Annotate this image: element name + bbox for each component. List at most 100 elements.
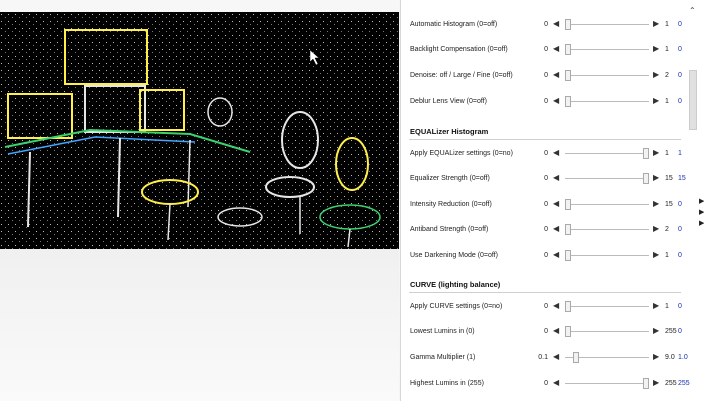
- side-expand-icon[interactable]: ▶: [699, 218, 704, 229]
- slider-left-arrow-icon[interactable]: ◀: [553, 224, 559, 233]
- slider-left-arrow-icon[interactable]: ◀: [553, 44, 559, 53]
- settings-scrollbar[interactable]: ⌃: [688, 6, 698, 401]
- slider-track[interactable]: [565, 96, 649, 107]
- slider-track[interactable]: [565, 148, 649, 159]
- slider-left-arrow-icon[interactable]: ◀: [553, 250, 559, 259]
- setting-label: Deblur Lens View (0=off): [410, 98, 487, 105]
- section-divider: [409, 292, 681, 293]
- setting-label: Automatic Histogram (0=off): [410, 21, 498, 28]
- slider-track[interactable]: [565, 199, 649, 210]
- setting-row: Gamma Multiplier (1) 0.1 ◀ ▶ 9.0 1.0: [401, 351, 691, 365]
- setting-label: Highest Lumins in (255): [410, 380, 484, 387]
- slider-thumb[interactable]: [565, 96, 571, 107]
- slider-right-arrow-icon[interactable]: ▶: [653, 96, 659, 105]
- setting-label: Apply EQUALizer settings (0=no): [410, 150, 513, 157]
- setting-current-value: 0: [678, 46, 682, 53]
- slider-track[interactable]: [565, 70, 649, 81]
- setting-current-value: 0: [678, 226, 682, 233]
- setting-current-value: 0: [678, 72, 682, 79]
- setting-current-value: 0: [678, 252, 682, 259]
- slider-thumb[interactable]: [565, 224, 571, 235]
- slider-left-arrow-icon[interactable]: ◀: [553, 148, 559, 157]
- slider-right-arrow-icon[interactable]: ▶: [653, 352, 659, 361]
- setting-row: Use Darkening Mode (0=off) 0 ◀ ▶ 1 0: [401, 249, 691, 263]
- setting-max-value: 1: [665, 46, 669, 53]
- slider-right-arrow-icon[interactable]: ▶: [653, 148, 659, 157]
- slider-track[interactable]: [565, 301, 649, 312]
- setting-min-value: 0: [544, 201, 548, 208]
- setting-row: Equalizer Strength (0=off) 0 ◀ ▶ 15 15: [401, 172, 691, 186]
- side-expand-icon[interactable]: ▶: [699, 207, 704, 218]
- slider-left-arrow-icon[interactable]: ◀: [553, 173, 559, 182]
- slider-right-arrow-icon[interactable]: ▶: [653, 326, 659, 335]
- scroll-thumb[interactable]: [689, 70, 697, 130]
- setting-min-value: 0: [544, 252, 548, 259]
- slider-thumb[interactable]: [565, 44, 571, 55]
- slider-right-arrow-icon[interactable]: ▶: [653, 70, 659, 79]
- slider-track[interactable]: [565, 224, 649, 235]
- setting-label: Equalizer Strength (0=off): [410, 175, 490, 182]
- setting-max-value: 1: [665, 303, 669, 310]
- slider-track[interactable]: [565, 19, 649, 30]
- slider-track[interactable]: [565, 250, 649, 261]
- preview-toolbar: [0, 0, 399, 12]
- setting-row: Apply EQUALizer settings (0=no) 0 ◀ ▶ 1 1: [401, 147, 691, 161]
- setting-min-value: 0: [544, 303, 548, 310]
- slider-right-arrow-icon[interactable]: ▶: [653, 199, 659, 208]
- slider-thumb[interactable]: [565, 19, 571, 30]
- setting-label: Denoise: off / Large / Fine (0=off): [410, 72, 513, 79]
- slider-left-arrow-icon[interactable]: ◀: [553, 352, 559, 361]
- setting-current-value: 15: [678, 175, 686, 182]
- slider-right-arrow-icon[interactable]: ▶: [653, 44, 659, 53]
- slider-right-arrow-icon[interactable]: ▶: [653, 301, 659, 310]
- slider-left-arrow-icon[interactable]: ◀: [553, 301, 559, 310]
- setting-label: Backlight Compensation (0=off): [410, 46, 508, 53]
- slider-right-arrow-icon[interactable]: ▶: [653, 173, 659, 182]
- setting-row: Highest Lumins in (255) 0 ◀ ▶ 255 255: [401, 377, 691, 391]
- slider-right-arrow-icon[interactable]: ▶: [653, 19, 659, 28]
- slider-track[interactable]: [565, 173, 649, 184]
- side-expand-icon[interactable]: ▶: [699, 196, 704, 207]
- slider-track[interactable]: [565, 326, 649, 337]
- setting-row: Automatic Histogram (0=off) 0 ◀ ▶ 1 0: [401, 18, 691, 32]
- slider-thumb[interactable]: [565, 199, 571, 210]
- slider-track[interactable]: [565, 352, 649, 363]
- slider-left-arrow-icon[interactable]: ◀: [553, 19, 559, 28]
- slider-left-arrow-icon[interactable]: ◀: [553, 199, 559, 208]
- setting-row: Intensity Reduction (0=off) 0 ◀ ▶ 15 0: [401, 198, 691, 212]
- slider-thumb[interactable]: [573, 352, 579, 363]
- preview-background: [0, 249, 399, 401]
- slider-right-arrow-icon[interactable]: ▶: [653, 378, 659, 387]
- slider-thumb[interactable]: [643, 378, 649, 389]
- slider-left-arrow-icon[interactable]: ◀: [553, 326, 559, 335]
- slider-right-arrow-icon[interactable]: ▶: [653, 224, 659, 233]
- slider-left-arrow-icon[interactable]: ◀: [553, 378, 559, 387]
- slider-thumb[interactable]: [643, 148, 649, 159]
- setting-max-value: 1: [665, 98, 669, 105]
- slider-right-arrow-icon[interactable]: ▶: [653, 250, 659, 259]
- slider-thumb[interactable]: [565, 250, 571, 261]
- slider-thumb[interactable]: [565, 326, 571, 337]
- setting-min-value: 0: [544, 21, 548, 28]
- slider-track[interactable]: [565, 378, 649, 389]
- slider-left-arrow-icon[interactable]: ◀: [553, 70, 559, 79]
- setting-label: Lowest Lumins in (0): [410, 328, 475, 335]
- slider-thumb[interactable]: [565, 70, 571, 81]
- slider-left-arrow-icon[interactable]: ◀: [553, 96, 559, 105]
- setting-row: Apply CURVE settings (0=no) 0 ◀ ▶ 1 0: [401, 300, 691, 314]
- setting-min-value: 0.1: [538, 354, 548, 361]
- setting-current-value: 0: [678, 328, 682, 335]
- slider-track[interactable]: [565, 44, 649, 55]
- scroll-up-icon[interactable]: ⌃: [689, 6, 696, 15]
- setting-min-value: 0: [544, 175, 548, 182]
- setting-max-value: 15: [665, 201, 673, 208]
- setting-max-value: 255: [665, 380, 677, 387]
- slider-thumb[interactable]: [565, 301, 571, 312]
- setting-max-value: 1: [665, 252, 669, 259]
- side-expand-arrows[interactable]: ▶ ▶ ▶: [699, 196, 704, 229]
- slider-thumb[interactable]: [643, 173, 649, 184]
- setting-current-value: 0: [678, 201, 682, 208]
- setting-row: Deblur Lens View (0=off) 0 ◀ ▶ 1 0: [401, 95, 691, 109]
- setting-min-value: 0: [544, 226, 548, 233]
- setting-max-value: 2: [665, 226, 669, 233]
